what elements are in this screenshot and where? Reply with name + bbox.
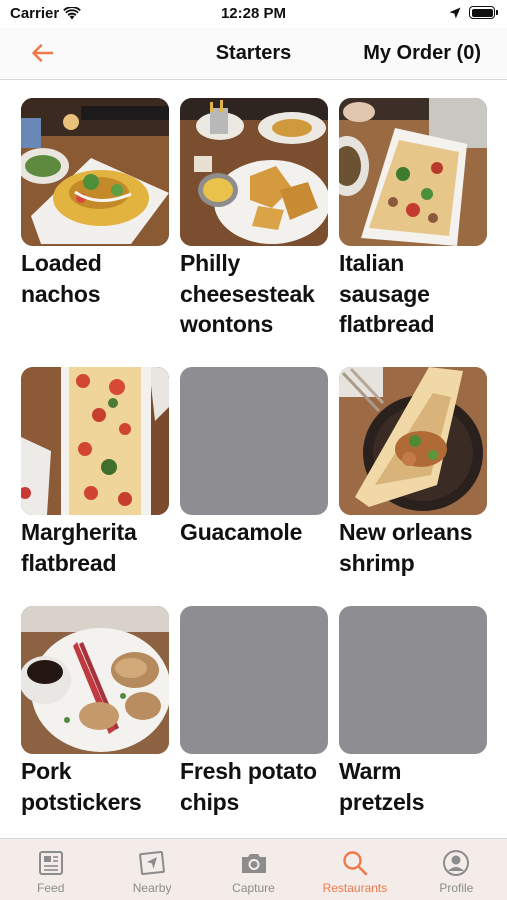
tab-label: Feed — [37, 881, 65, 895]
menu-item-guacamole[interactable]: Guacamole — [180, 367, 328, 548]
my-order-button[interactable]: My Order (0) — [363, 42, 481, 65]
menu-item-label: Guacamole — [180, 519, 303, 545]
food-photo — [21, 367, 169, 515]
tab-label: Restaurants — [322, 881, 388, 895]
menu-item-loaded-nachos[interactable]: Loaded nachos — [21, 98, 169, 309]
food-photo — [21, 606, 169, 754]
menu-item-italian-sausage-flatbread[interactable]: Italian sausage flatbread — [339, 98, 487, 340]
camera-icon — [241, 854, 266, 873]
feed-icon — [38, 851, 63, 875]
tab-feed[interactable]: Feed — [0, 839, 101, 900]
tab-nearby[interactable]: Nearby — [101, 839, 202, 900]
menu-item-philly-cheesesteak-wontons[interactable]: Philly cheesesteak wontons — [180, 98, 328, 340]
status-bar: Carrier 12:28 PM — [0, 0, 507, 28]
search-icon — [343, 851, 368, 876]
location-arrow-icon — [449, 7, 461, 18]
tab-capture[interactable]: Capture — [203, 839, 304, 900]
menu-item-new-orleans-shrimp[interactable]: New orleans shrimp — [339, 367, 487, 578]
menu-item-warm-pretzels[interactable]: Warm pretzels — [339, 606, 487, 817]
menu-item-label: Philly cheesesteak wontons — [180, 250, 315, 337]
food-photo — [339, 367, 487, 515]
menu-item-pork-potstickers[interactable]: Pork potstickers — [21, 606, 169, 817]
tab-label: Profile — [439, 881, 474, 895]
menu-item-label: Italian sausage flatbread — [339, 250, 435, 337]
menu-item-label: Margherita flatbread — [21, 519, 137, 576]
profile-icon — [443, 850, 470, 876]
menu-item-label: Fresh potato chips — [180, 758, 317, 815]
image-placeholder — [180, 606, 328, 754]
tab-label: Nearby — [132, 881, 172, 895]
battery-icon — [469, 6, 498, 19]
menu-item-margherita-flatbread[interactable]: Margherita flatbread — [21, 367, 169, 578]
menu-item-fresh-potato-chips[interactable]: Fresh potato chips — [180, 606, 328, 817]
image-placeholder — [339, 606, 487, 754]
status-indicators — [449, 6, 498, 19]
tab-profile[interactable]: Profile — [406, 839, 507, 900]
food-photo — [339, 98, 487, 246]
status-time: 12:28 PM — [220, 5, 287, 22]
nav-bar: Starters My Order (0) — [0, 28, 507, 80]
menu-item-label: New orleans shrimp — [339, 519, 473, 576]
tab-restaurants[interactable]: Restaurants — [304, 839, 405, 900]
nearby-icon — [139, 851, 165, 875]
menu-item-label: Warm pretzels — [339, 758, 425, 815]
menu-item-label: Pork potstickers — [21, 758, 142, 815]
food-photo — [180, 98, 328, 246]
food-photo — [21, 98, 169, 246]
tab-bar: Feed Nearby Capture Restaurants Profile — [0, 838, 507, 900]
tab-label: Capture — [232, 881, 275, 895]
image-placeholder — [180, 367, 328, 515]
menu-item-label: Loaded nachos — [21, 250, 102, 307]
